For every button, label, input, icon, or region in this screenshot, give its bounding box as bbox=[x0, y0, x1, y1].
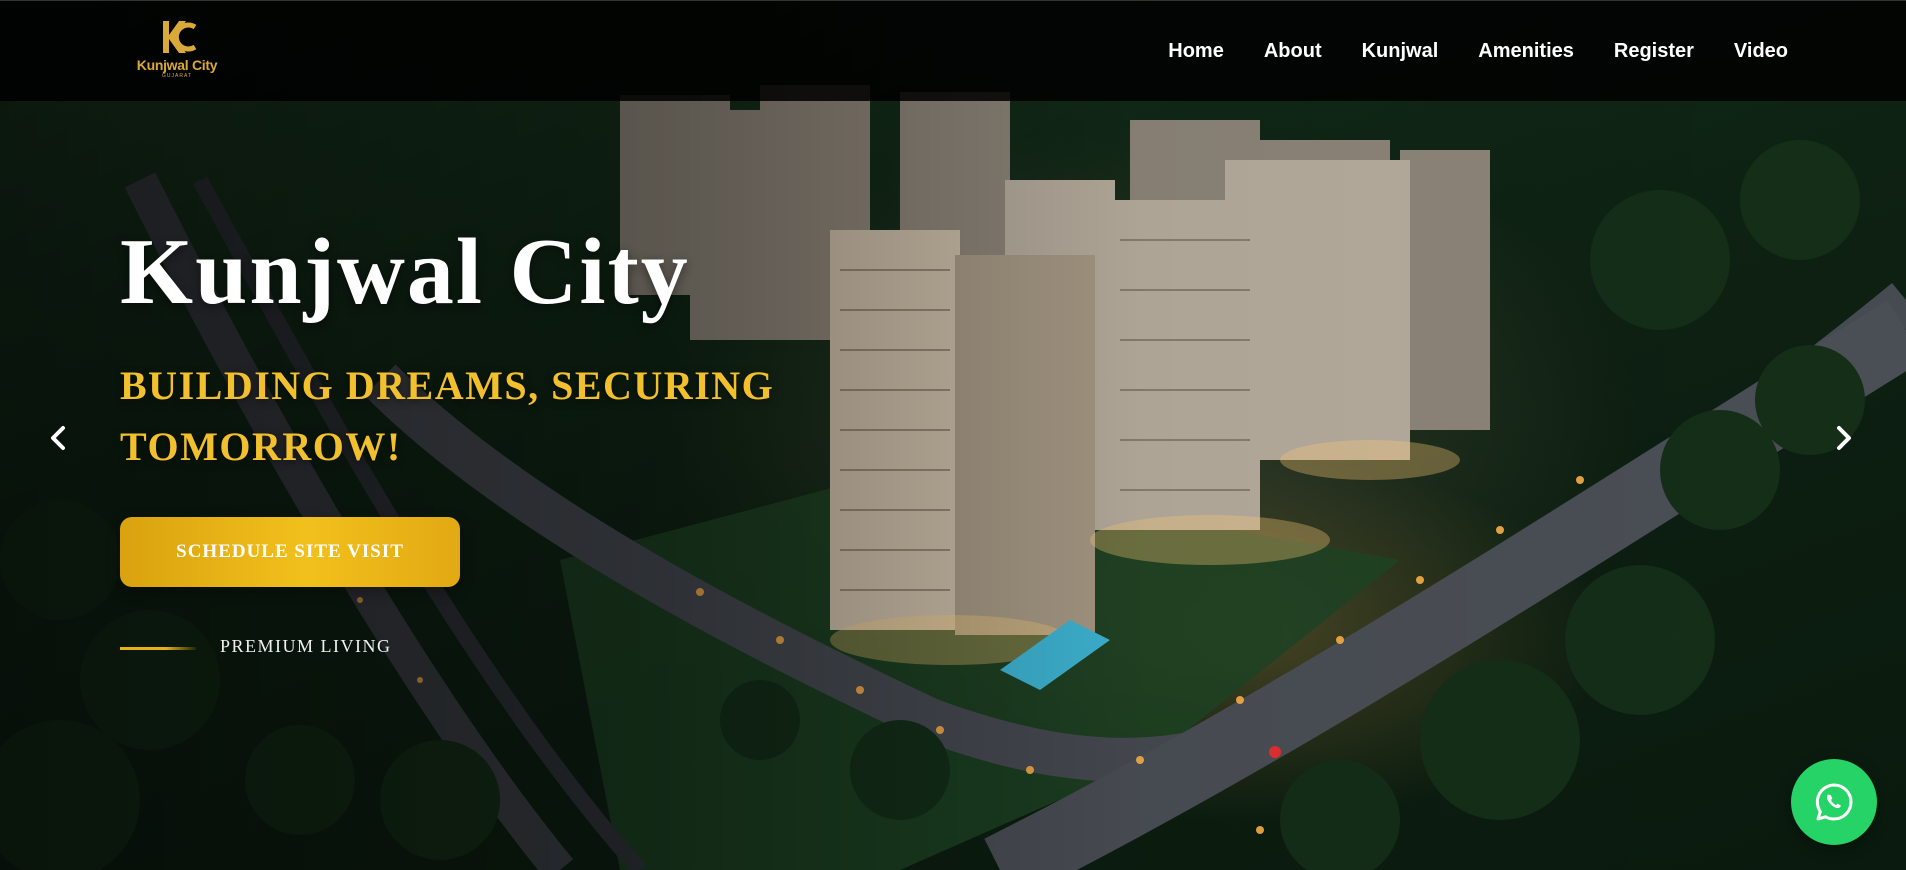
hero-tagline: PREMIUM LIVING bbox=[220, 636, 392, 656]
hero-title: Kunjwal City bbox=[120, 220, 690, 324]
nav-link-amenities[interactable]: Amenities bbox=[1478, 40, 1574, 63]
schedule-site-visit-button[interactable]: SCHEDULE SITE VISIT bbox=[120, 517, 460, 587]
chevron-right-icon bbox=[1837, 426, 1851, 450]
nav-link-about[interactable]: About bbox=[1264, 40, 1322, 63]
whatsapp-icon bbox=[1815, 783, 1853, 821]
tagline-divider bbox=[120, 647, 196, 650]
kc-logo-icon bbox=[163, 21, 197, 53]
main-nav: Home About Kunjwal Amenities Register Vi… bbox=[1168, 1, 1788, 102]
logo-subtitle: GUJARAT bbox=[162, 73, 192, 79]
logo-name: Kunjwal City bbox=[136, 57, 218, 73]
top-navbar: Kunjwal City GUJARAT Home About Kunjwal … bbox=[0, 0, 1906, 101]
whatsapp-button[interactable] bbox=[1791, 759, 1877, 845]
nav-link-home[interactable]: Home bbox=[1168, 40, 1224, 63]
nav-link-kunjwal[interactable]: Kunjwal bbox=[1362, 40, 1439, 63]
carousel-prev-button[interactable] bbox=[40, 420, 76, 456]
site-logo[interactable]: Kunjwal City GUJARAT bbox=[134, 17, 220, 85]
hero-subtitle: BUILDING DREAMS, SECURING TOMORROW! bbox=[120, 363, 775, 469]
carousel-next-button[interactable] bbox=[1826, 420, 1862, 456]
nav-link-video[interactable]: Video bbox=[1734, 40, 1788, 63]
nav-link-register[interactable]: Register bbox=[1614, 40, 1694, 63]
chevron-left-icon bbox=[51, 426, 65, 450]
